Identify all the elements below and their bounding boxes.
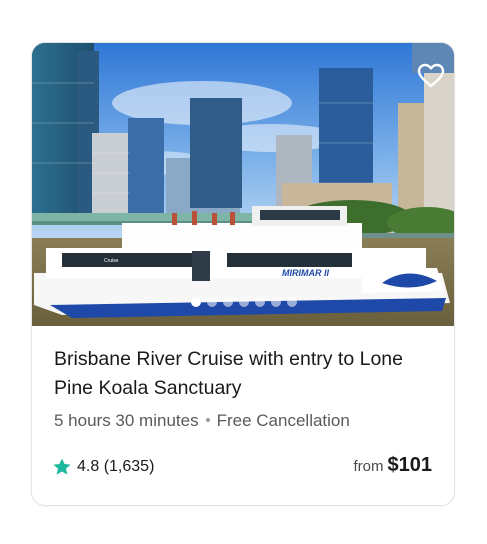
separator-dot	[205, 418, 210, 423]
review-count: (1,635)	[103, 458, 155, 475]
tour-meta: 5 hours 30 minutes Free Cancellation	[54, 411, 350, 431]
tour-image[interactable]: MIRIMAR II Cruise	[32, 43, 454, 326]
rating-summary: 4.8 (1,635)	[52, 457, 154, 477]
carousel-dot[interactable]	[255, 297, 265, 307]
star-icon	[53, 458, 71, 475]
boat-banner-text: Cruise	[104, 258, 119, 264]
rating-value: 4.8	[77, 458, 100, 475]
carousel-dot[interactable]	[271, 297, 281, 307]
price-block: from $101	[354, 454, 433, 477]
carousel-dot[interactable]	[207, 297, 217, 307]
cancellation-text: Free Cancellation	[216, 411, 350, 430]
carousel-dot[interactable]	[191, 297, 201, 307]
price-amount: $101	[387, 454, 433, 476]
duration-text: 5 hours 30 minutes	[54, 411, 199, 430]
cruise-boat-photo: MIRIMAR II Cruise	[32, 43, 454, 326]
wishlist-button[interactable]	[416, 61, 446, 91]
price-prefix: from	[353, 458, 384, 475]
tour-card[interactable]: MIRIMAR II Cruise Brisbane River Cruise …	[31, 42, 455, 506]
carousel-dot[interactable]	[223, 297, 233, 307]
carousel-dot[interactable]	[239, 297, 249, 307]
boat-name-text: MIRIMAR II	[282, 268, 329, 278]
carousel-dot[interactable]	[287, 297, 297, 307]
heart-outline-icon	[417, 63, 445, 88]
carousel-dots	[191, 297, 297, 307]
tour-title[interactable]: Brisbane River Cruise with entry to Lone…	[54, 345, 434, 403]
